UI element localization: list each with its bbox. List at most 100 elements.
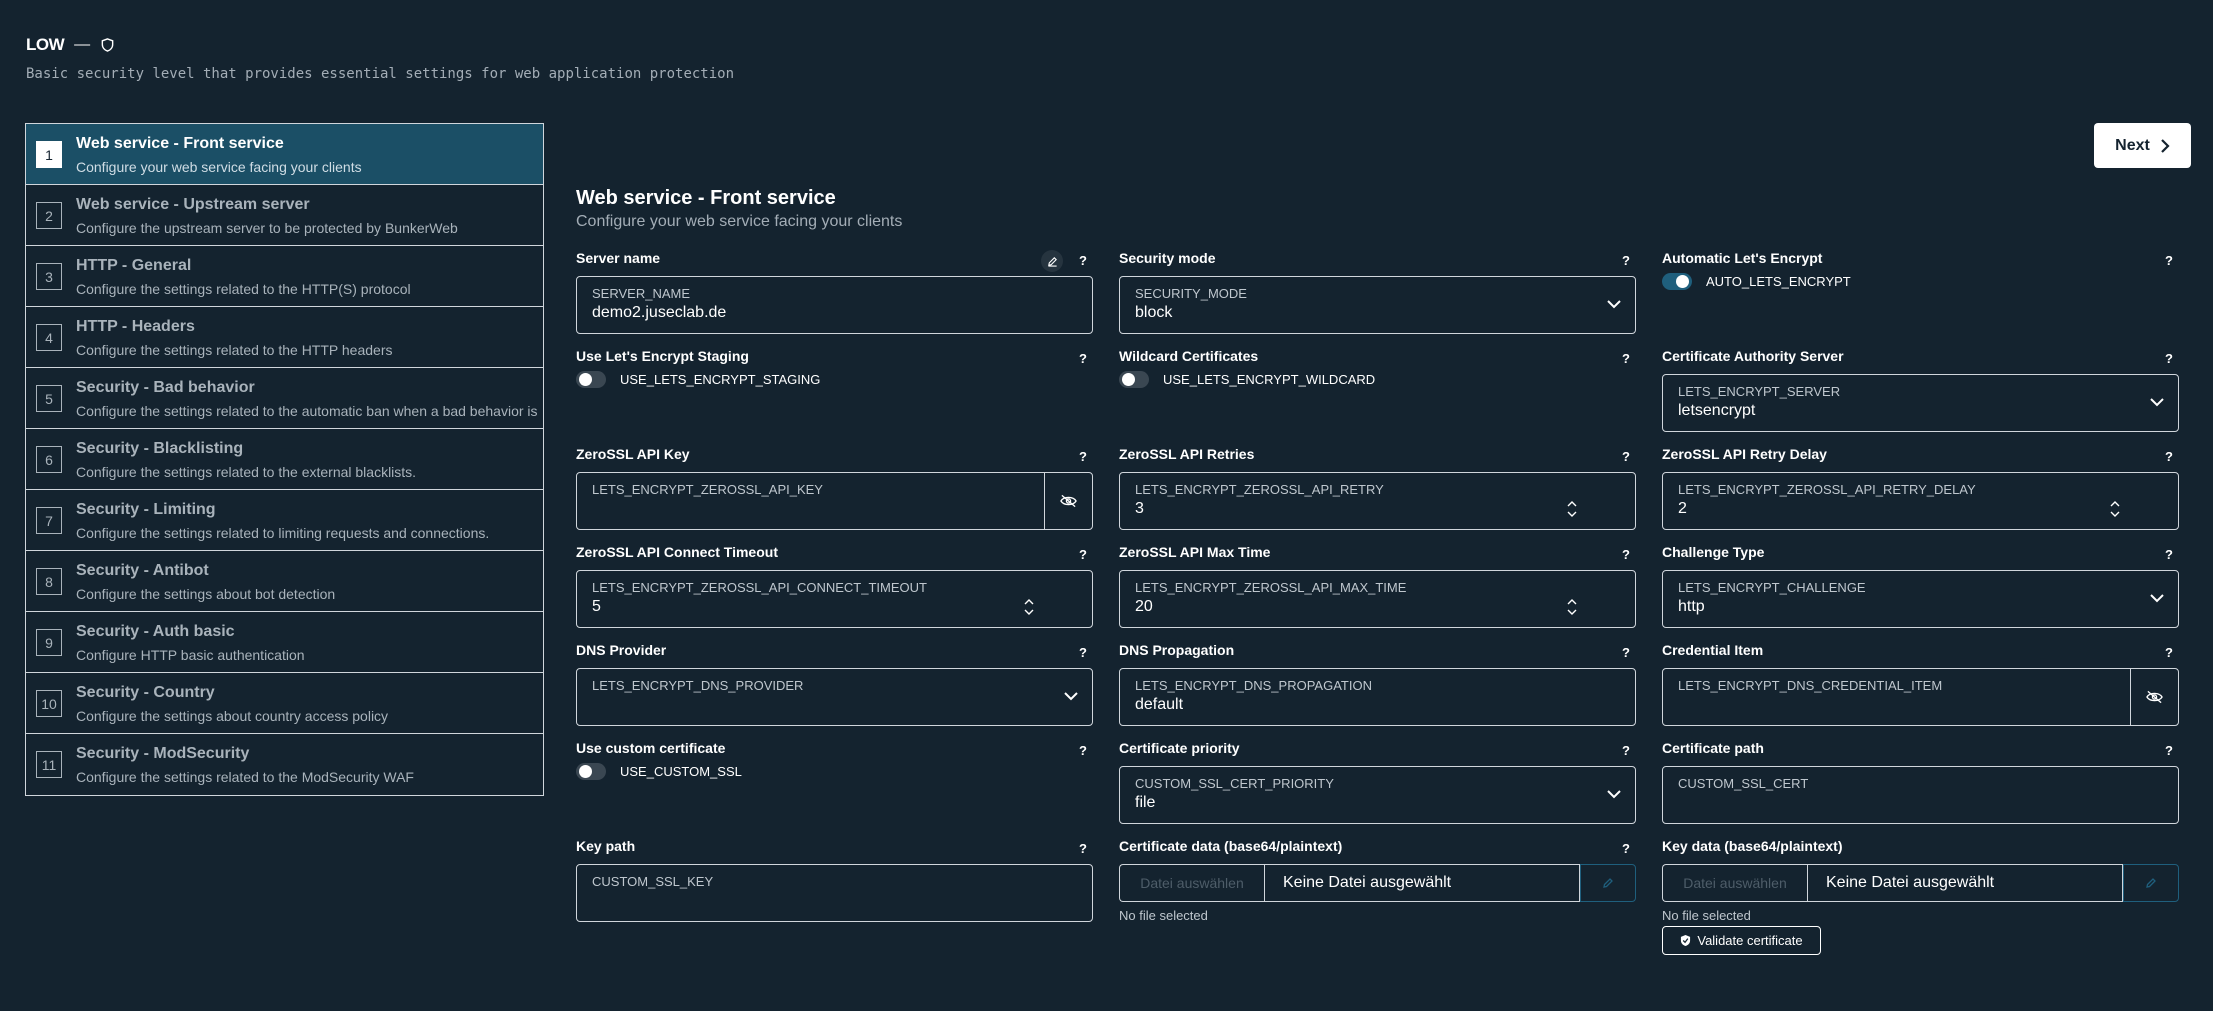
zerossl-api-key-input[interactable]: LETS_ENCRYPT_ZEROSSL_API_KEY: [576, 472, 1093, 530]
field-label: Key data (base64/plaintext): [1662, 838, 1843, 854]
selected-file-name: Keine Datei ausgewählt: [1264, 864, 1580, 902]
edit-button[interactable]: [2123, 864, 2179, 902]
step-title: Security - ModSecurity: [76, 745, 250, 762]
help-icon[interactable]: ?: [1079, 253, 1087, 268]
input-setting-name: SECURITY_MODE: [1135, 286, 1247, 301]
field-label: Challenge Type: [1662, 544, 1765, 560]
help-icon[interactable]: ?: [1622, 743, 1630, 758]
number-stepper-icon[interactable]: [2110, 500, 2120, 518]
wildcard-certificates-toggle[interactable]: [1119, 371, 1149, 388]
credential-item-input[interactable]: LETS_ENCRYPT_DNS_CREDENTIAL_ITEM: [1662, 668, 2179, 726]
step-title: Security - Auth basic: [76, 623, 235, 640]
dns-provider-select[interactable]: LETS_ENCRYPT_DNS_PROVIDER: [576, 668, 1093, 726]
field-label: Server name: [576, 250, 661, 266]
step-title: HTTP - Headers: [76, 318, 195, 335]
zerossl-api-key-field: ZeroSSL API Key ? LETS_ENCRYPT_ZEROSSL_A…: [576, 446, 1093, 530]
zerossl-api-retries-input[interactable]: LETS_ENCRYPT_ZEROSSL_API_RETRY 3: [1119, 472, 1636, 530]
validate-certificate-button[interactable]: Validate certificate: [1662, 926, 1821, 955]
step-description: Configure the settings related to limiti…: [76, 525, 490, 541]
step-item-upstream-server[interactable]: 2 Web service - Upstream server Configur…: [26, 185, 543, 246]
input-setting-name: SERVER_NAME: [592, 286, 691, 301]
step-description: Configure the settings about bot detecti…: [76, 586, 336, 602]
help-icon[interactable]: ?: [2165, 449, 2173, 464]
ca-server-select[interactable]: LETS_ENCRYPT_SERVER letsencrypt: [1662, 374, 2179, 432]
key-data-file-input[interactable]: Datei auswählen Keine Datei ausgewählt: [1662, 864, 2179, 902]
input-setting-name: LETS_ENCRYPT_ZEROSSL_API_KEY: [592, 482, 823, 497]
step-item-bad-behavior[interactable]: 5 Security - Bad behavior Configure the …: [26, 368, 543, 429]
chevron-down-icon: [2150, 398, 2164, 407]
zerossl-api-retry-delay-input[interactable]: LETS_ENCRYPT_ZEROSSL_API_RETRY_DELAY 2: [1662, 472, 2179, 530]
help-icon[interactable]: ?: [2165, 253, 2173, 268]
number-stepper-icon[interactable]: [1567, 500, 1577, 518]
step-item-blacklisting[interactable]: 6 Security - Blacklisting Configure the …: [26, 429, 543, 490]
help-icon[interactable]: ?: [2165, 645, 2173, 660]
help-icon[interactable]: ?: [1622, 253, 1630, 268]
choose-file-button[interactable]: Datei auswählen: [1662, 864, 1807, 902]
challenge-type-select[interactable]: LETS_ENCRYPT_CHALLENGE http: [1662, 570, 2179, 628]
input-setting-name: LETS_ENCRYPT_ZEROSSL_API_RETRY: [1135, 482, 1384, 497]
step-item-modsecurity[interactable]: 11 Security - ModSecurity Configure the …: [26, 734, 543, 795]
zerossl-connect-timeout-input[interactable]: LETS_ENCRYPT_ZEROSSL_API_CONNECT_TIMEOUT…: [576, 570, 1093, 628]
security-mode-select[interactable]: SECURITY_MODE block: [1119, 276, 1636, 334]
help-icon[interactable]: ?: [1079, 645, 1087, 660]
step-item-http-headers[interactable]: 4 HTTP - Headers Configure the settings …: [26, 307, 543, 368]
step-description: Configure HTTP basic authentication: [76, 647, 305, 663]
help-icon[interactable]: ?: [1079, 841, 1087, 856]
shield-check-icon: [1681, 935, 1691, 946]
help-icon[interactable]: ?: [1079, 351, 1087, 366]
chevron-down-icon: [1064, 692, 1078, 701]
help-icon[interactable]: ?: [1079, 547, 1087, 562]
toggle-visibility-button[interactable]: [1044, 473, 1092, 529]
help-icon[interactable]: ?: [1622, 351, 1630, 366]
choose-file-button[interactable]: Datei auswählen: [1119, 864, 1264, 902]
help-icon[interactable]: ?: [1622, 841, 1630, 856]
step-item-auth-basic[interactable]: 9 Security - Auth basic Configure HTTP b…: [26, 612, 543, 673]
input-setting-name: LETS_ENCRYPT_SERVER: [1678, 384, 1841, 399]
key-path-field: Key path ? CUSTOM_SSL_KEY: [576, 838, 1093, 922]
input-value: demo2.juseclab.de: [592, 304, 727, 321]
next-button[interactable]: Next: [2094, 123, 2191, 168]
help-icon[interactable]: ?: [2165, 547, 2173, 562]
step-title: Security - Limiting: [76, 501, 216, 518]
step-item-limiting[interactable]: 7 Security - Limiting Configure the sett…: [26, 490, 543, 551]
step-title: HTTP - General: [76, 257, 192, 274]
step-number: 1: [36, 141, 62, 168]
number-stepper-icon[interactable]: [1567, 598, 1577, 616]
toggle-visibility-button[interactable]: [2130, 669, 2178, 725]
dns-propagation-input[interactable]: LETS_ENCRYPT_DNS_PROPAGATION default: [1119, 668, 1636, 726]
edit-icon[interactable]: [1041, 250, 1063, 272]
step-item-antibot[interactable]: 8 Security - Antibot Configure the setti…: [26, 551, 543, 612]
key-path-input[interactable]: CUSTOM_SSL_KEY: [576, 864, 1093, 922]
use-custom-certificate-toggle[interactable]: [576, 763, 606, 780]
field-label: ZeroSSL API Key: [576, 446, 690, 462]
certificate-path-input[interactable]: CUSTOM_SSL_CERT: [1662, 766, 2179, 824]
number-stepper-icon[interactable]: [1024, 598, 1034, 616]
field-label: Credential Item: [1662, 642, 1764, 658]
step-item-front-service[interactable]: 1 Web service - Front service Configure …: [26, 124, 543, 185]
zerossl-max-time-input[interactable]: LETS_ENCRYPT_ZEROSSL_API_MAX_TIME 20: [1119, 570, 1636, 628]
field-label: Key path: [576, 838, 636, 854]
certificate-priority-field: Certificate priority ? CUSTOM_SSL_CERT_P…: [1119, 740, 1636, 824]
edit-button[interactable]: [1580, 864, 1636, 902]
step-item-http-general[interactable]: 3 HTTP - General Configure the settings …: [26, 246, 543, 307]
help-icon[interactable]: ?: [1622, 645, 1630, 660]
help-icon[interactable]: ?: [1622, 547, 1630, 562]
input-value: 3: [1135, 500, 1144, 517]
help-icon[interactable]: ?: [2165, 351, 2173, 366]
help-icon[interactable]: ?: [1079, 449, 1087, 464]
lets-encrypt-staging-toggle[interactable]: [576, 371, 606, 388]
step-item-country[interactable]: 10 Security - Country Configure the sett…: [26, 673, 543, 734]
certificate-data-file-input[interactable]: Datei auswählen Keine Datei ausgewählt: [1119, 864, 1636, 902]
auto-lets-encrypt-toggle[interactable]: [1662, 273, 1692, 290]
title-dash: —: [74, 36, 91, 53]
step-number: 8: [36, 568, 62, 595]
use-custom-certificate-field: Use custom certificate ? USE_CUSTOM_SSL: [576, 740, 1093, 800]
server-name-input[interactable]: SERVER_NAME demo2.juseclab.de: [576, 276, 1093, 334]
no-file-status: No file selected: [1119, 908, 1208, 923]
help-icon[interactable]: ?: [1079, 743, 1087, 758]
certificate-priority-select[interactable]: CUSTOM_SSL_CERT_PRIORITY file: [1119, 766, 1636, 824]
help-icon[interactable]: ?: [2165, 743, 2173, 758]
eye-off-icon: [1060, 494, 1077, 508]
field-label: Certificate priority: [1119, 740, 1240, 756]
help-icon[interactable]: ?: [1622, 449, 1630, 464]
